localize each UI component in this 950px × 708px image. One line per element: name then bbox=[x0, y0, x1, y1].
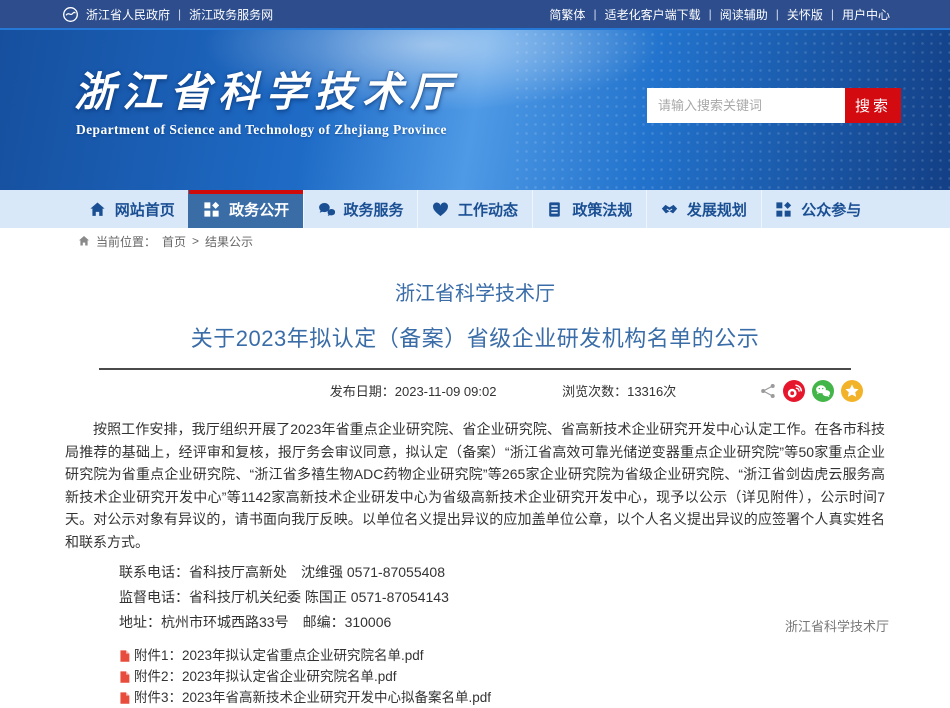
breadcrumb-current: 结果公示 bbox=[205, 233, 253, 250]
attachment-list: 附件1：2023年拟认定省重点企业研究院名单.pdf 附件2：2023年拟认定省… bbox=[65, 645, 885, 708]
article-title-main: 关于2023年拟认定（备案）省级企业研发机构名单的公示 bbox=[65, 321, 885, 353]
link-care-version[interactable]: 关怀版 bbox=[787, 6, 823, 23]
link-elderly-client-download[interactable]: 适老化客户端下载 bbox=[605, 6, 701, 23]
views-label: 浏览次数： bbox=[562, 384, 627, 399]
contact-phone-line: 联系电话：省科技厅高新处 沈维强 0571-87055408 bbox=[65, 560, 885, 585]
nav-item-home[interactable]: 网站首页 bbox=[75, 190, 188, 228]
nav-item-label: 公众参与 bbox=[801, 199, 861, 220]
nav-item-label: 政策法规 bbox=[572, 199, 632, 220]
home-icon bbox=[89, 201, 106, 218]
breadcrumb-prefix: 当前位置： bbox=[96, 233, 156, 250]
article-container: 浙江省科学技术厅 关于2023年拟认定（备案）省级企业研发机构名单的公示 发布日… bbox=[65, 277, 885, 708]
attachment-name: 附件2：2023年拟认定省企业研究院名单.pdf bbox=[134, 666, 397, 687]
topbar-left: 浙江省人民政府 | 浙江政务服务网 bbox=[62, 6, 273, 23]
search-input[interactable] bbox=[647, 88, 845, 123]
pdf-icon bbox=[118, 649, 131, 663]
contact-block: 联系电话：省科技厅高新处 沈维强 0571-87055408 监督电话：省科技厅… bbox=[65, 560, 885, 635]
search-button[interactable]: 搜索 bbox=[845, 88, 901, 123]
publish-date-value: 2023-11-09 09:02 bbox=[395, 384, 497, 399]
nav-item-public-participation[interactable]: 公众参与 bbox=[761, 190, 875, 228]
separator: | bbox=[178, 7, 181, 21]
attachment-link-3[interactable]: 附件3：2023年省高新技术企业研究开发中心拟备案名单.pdf bbox=[65, 687, 885, 708]
nav-item-work-news[interactable]: 工作动态 bbox=[417, 190, 531, 228]
link-user-center[interactable]: 用户中心 bbox=[842, 6, 890, 23]
site-logo-subtitle: Department of Science and Technology of … bbox=[76, 122, 447, 138]
breadcrumb: 当前位置： 首页 > 结果公示 bbox=[0, 228, 950, 254]
nav-item-development-plan[interactable]: 发展规划 bbox=[646, 190, 760, 228]
home-icon bbox=[78, 235, 90, 247]
views-value: 13316次 bbox=[627, 384, 676, 399]
pdf-icon bbox=[118, 691, 131, 705]
nav-item-gov-disclosure[interactable]: 政务公开 bbox=[188, 190, 302, 228]
link-provincial-government[interactable]: 浙江省人民政府 bbox=[86, 6, 170, 23]
nav-item-label: 政务公开 bbox=[229, 199, 289, 220]
article-body: 按照工作安排，我厅组织开展了2023年省重点企业研究院、省企业研究院、省高新技术… bbox=[65, 418, 885, 708]
topbar-right: 简繁体 | 适老化客户端下载 | 阅读辅助 | 关怀版 | 用户中心 bbox=[549, 6, 890, 23]
article-paragraph: 按照工作安排，我厅组织开展了2023年省重点企业研究院、省企业研究院、省高新技术… bbox=[65, 418, 885, 553]
article-title-department: 浙江省科学技术厅 bbox=[65, 277, 885, 306]
top-utility-bar: 浙江省人民政府 | 浙江政务服务网 简繁体 | 适老化客户端下载 | 阅读辅助 … bbox=[0, 0, 950, 28]
separator: | bbox=[709, 7, 712, 21]
nav-item-policies[interactable]: 政策法规 bbox=[532, 190, 646, 228]
breadcrumb-home-link[interactable]: 首页 bbox=[162, 233, 186, 250]
document-icon bbox=[546, 201, 563, 218]
wechat-share-icon[interactable] bbox=[812, 380, 834, 402]
search-box: 搜索 bbox=[647, 88, 901, 123]
heart-icon bbox=[432, 201, 449, 218]
qzone-share-icon[interactable] bbox=[841, 380, 863, 402]
site-logo-title: 浙江省科学技术厅 bbox=[74, 58, 458, 118]
title-divider bbox=[99, 368, 851, 370]
government-emblem-icon bbox=[62, 6, 79, 23]
separator: | bbox=[776, 7, 779, 21]
attachment-name: 附件1：2023年拟认定省重点企业研究院名单.pdf bbox=[134, 645, 424, 666]
breadcrumb-separator: > bbox=[192, 234, 199, 248]
link-reading-assist[interactable]: 阅读辅助 bbox=[720, 6, 768, 23]
nav-item-label: 工作动态 bbox=[458, 199, 518, 220]
page: 浙江省人民政府 | 浙江政务服务网 简繁体 | 适老化客户端下载 | 阅读辅助 … bbox=[0, 0, 950, 626]
chat-bubbles-icon bbox=[318, 201, 335, 218]
nav-item-label: 网站首页 bbox=[115, 199, 175, 220]
link-simplified-traditional[interactable]: 简繁体 bbox=[549, 6, 585, 23]
attachment-link-1[interactable]: 附件1：2023年拟认定省重点企业研究院名单.pdf bbox=[65, 645, 885, 666]
nav-item-gov-services[interactable]: 政务服务 bbox=[303, 190, 417, 228]
separator: | bbox=[831, 7, 834, 21]
nav-item-label: 发展规划 bbox=[687, 199, 747, 220]
weibo-share-icon[interactable] bbox=[783, 380, 805, 402]
attachment-name: 附件3：2023年省高新技术企业研究开发中心拟备案名单.pdf bbox=[134, 687, 491, 708]
link-gov-service-portal[interactable]: 浙江政务服务网 bbox=[189, 6, 273, 23]
article-meta: 发布日期：2023-11-09 09:02 浏览次数：13316次 bbox=[65, 379, 885, 405]
grid-icon bbox=[203, 201, 220, 218]
handshake-icon bbox=[661, 201, 678, 218]
address-line: 地址：杭州市环城西路33号 邮编：310006 bbox=[65, 610, 885, 635]
share-bar bbox=[760, 380, 863, 402]
nav-item-label: 政务服务 bbox=[344, 199, 404, 220]
grid-icon bbox=[775, 201, 792, 218]
attachment-link-2[interactable]: 附件2：2023年拟认定省企业研究院名单.pdf bbox=[65, 666, 885, 687]
publish-date-label: 发布日期： bbox=[330, 384, 395, 399]
pdf-icon bbox=[118, 670, 131, 684]
separator: | bbox=[593, 7, 596, 21]
main-nav: 网站首页 政务公开 政务服务 工作动态 bbox=[0, 190, 950, 228]
supervision-phone-line: 监督电话：省科技厅机关纪委 陈国正 0571-87054143 bbox=[65, 585, 885, 610]
share-icon[interactable] bbox=[760, 383, 776, 399]
site-banner: 浙江省科学技术厅 Department of Science and Techn… bbox=[0, 28, 950, 190]
